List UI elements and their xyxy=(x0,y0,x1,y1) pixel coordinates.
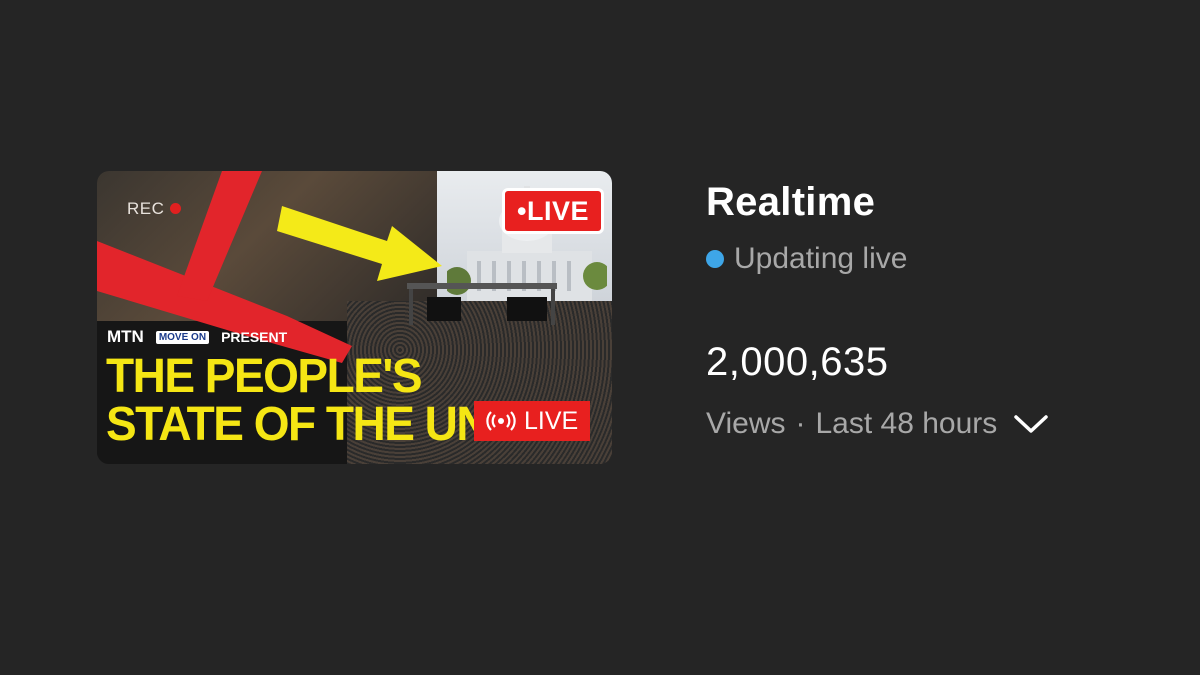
period-label: Last 48 hours xyxy=(815,407,998,440)
mtn-logo: MTN xyxy=(107,327,144,346)
separator: · xyxy=(795,407,806,440)
brand-row: MTN MOVE ON PRESENT xyxy=(107,327,287,347)
moveon-logo: MOVE ON xyxy=(155,330,210,344)
video-thumbnail[interactable]: REC •LIVE MTN MOVE ON PRESENT THE PEOPLE… xyxy=(97,171,612,464)
live-status: Updating live xyxy=(706,242,907,276)
rec-indicator: REC xyxy=(127,199,182,219)
views-label: Views xyxy=(706,407,786,440)
headline-line-1: THE PEOPLE'S xyxy=(106,347,423,403)
rec-dot-icon xyxy=(170,203,182,214)
time-period-selector[interactable]: Views · Last 48 hours xyxy=(706,407,1049,441)
chevron-down-icon[interactable] xyxy=(1013,413,1049,435)
live-broadcast-badge: LIVE xyxy=(474,401,591,441)
live-status-label: Updating live xyxy=(734,242,908,275)
live-label: LIVE xyxy=(524,407,579,435)
live-badge: •LIVE xyxy=(502,188,604,234)
present-label: PRESENT xyxy=(221,329,288,345)
views-count: 2,000,635 xyxy=(706,340,889,384)
live-status-dot-icon xyxy=(706,250,724,268)
realtime-title: Realtime xyxy=(706,180,876,224)
broadcast-icon xyxy=(486,411,516,431)
